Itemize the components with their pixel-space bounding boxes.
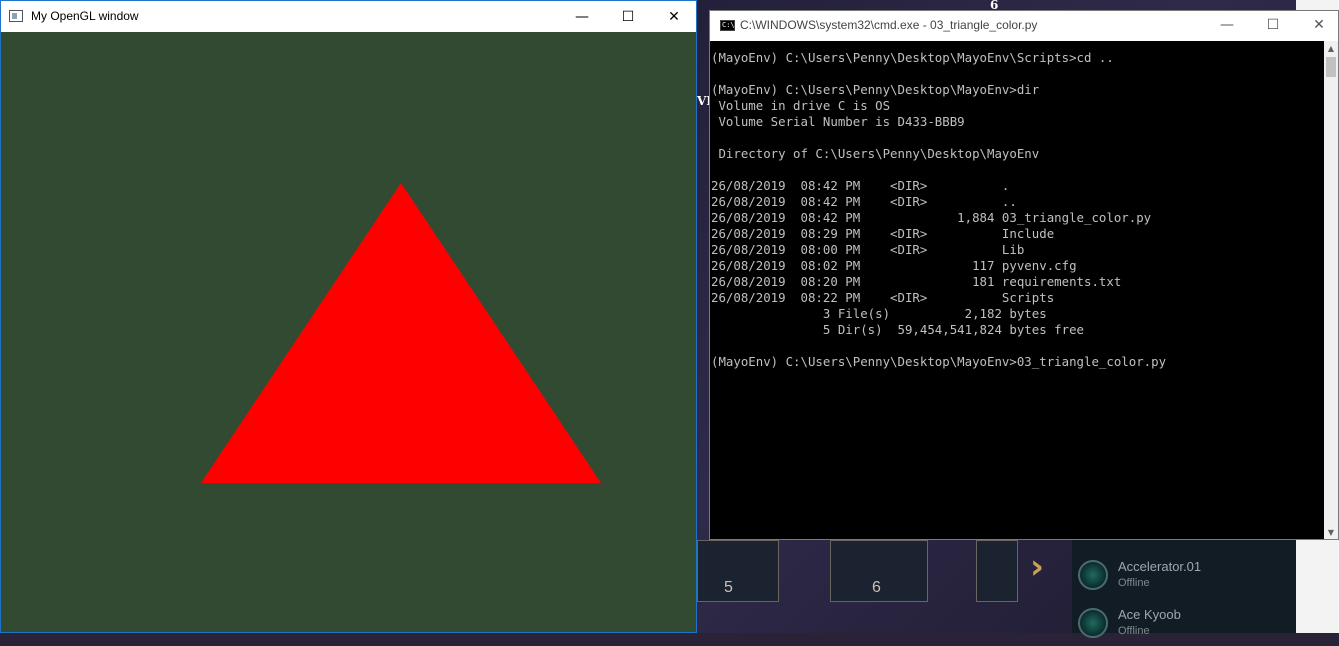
close-button[interactable]: ✕ bbox=[651, 1, 697, 32]
friend-status: Offline bbox=[1118, 577, 1150, 589]
background-tile-3 bbox=[976, 540, 1018, 602]
friend-item[interactable]: Ace Kyoob Offline bbox=[1078, 606, 1288, 646]
cmd-app-icon: C:\ bbox=[720, 20, 735, 31]
cmd-titlebar[interactable]: C:\ C:\WINDOWS\system32\cmd.exe - 03_tri… bbox=[710, 11, 1338, 41]
scroll-thumb[interactable] bbox=[1326, 57, 1336, 77]
tile-number: 6 bbox=[872, 579, 881, 596]
red-triangle bbox=[201, 183, 601, 483]
opengl-canvas[interactable] bbox=[1, 32, 696, 632]
scroll-down-icon[interactable]: ▼ bbox=[1324, 525, 1338, 539]
friend-avatar bbox=[1078, 560, 1108, 590]
cmd-window-title: C:\WINDOWS\system32\cmd.exe - 03_triangl… bbox=[740, 18, 1038, 32]
maximize-button[interactable]: ☐ bbox=[605, 1, 651, 32]
minimize-button[interactable]: — bbox=[559, 1, 605, 32]
background-tile-1 bbox=[697, 540, 779, 602]
vertical-scrollbar[interactable]: ▲ ▼ bbox=[1324, 41, 1338, 539]
friend-status: Offline bbox=[1118, 625, 1150, 637]
cmd-minimize-button[interactable]: — bbox=[1204, 10, 1250, 40]
console-output[interactable]: (MayoEnv) C:\Users\Penny\Desktop\MayoEnv… bbox=[711, 41, 1324, 539]
friend-avatar bbox=[1078, 608, 1108, 638]
friend-item[interactable]: Accelerator.01 Offline bbox=[1078, 558, 1288, 598]
cmd-maximize-button[interactable]: ☐ bbox=[1250, 10, 1296, 40]
opengl-titlebar[interactable]: My OpenGL window — ☐ ✕ bbox=[1, 1, 696, 32]
next-arrow-icon[interactable]: › bbox=[1030, 547, 1044, 587]
console-text: (MayoEnv) C:\Users\Penny\Desktop\MayoEnv… bbox=[711, 50, 1167, 369]
window-title: My OpenGL window bbox=[31, 9, 139, 23]
cmd-close-button[interactable]: ✕ bbox=[1296, 10, 1339, 40]
tile-number: 5 bbox=[724, 579, 733, 596]
window-app-icon bbox=[9, 10, 23, 22]
friend-name: Ace Kyoob bbox=[1118, 607, 1181, 622]
friend-name: Accelerator.01 bbox=[1118, 559, 1202, 574]
scroll-up-icon[interactable]: ▲ bbox=[1324, 41, 1338, 55]
cmd-window[interactable]: C:\ C:\WINDOWS\system32\cmd.exe - 03_tri… bbox=[709, 10, 1339, 540]
opengl-window[interactable]: My OpenGL window — ☐ ✕ bbox=[0, 0, 697, 633]
